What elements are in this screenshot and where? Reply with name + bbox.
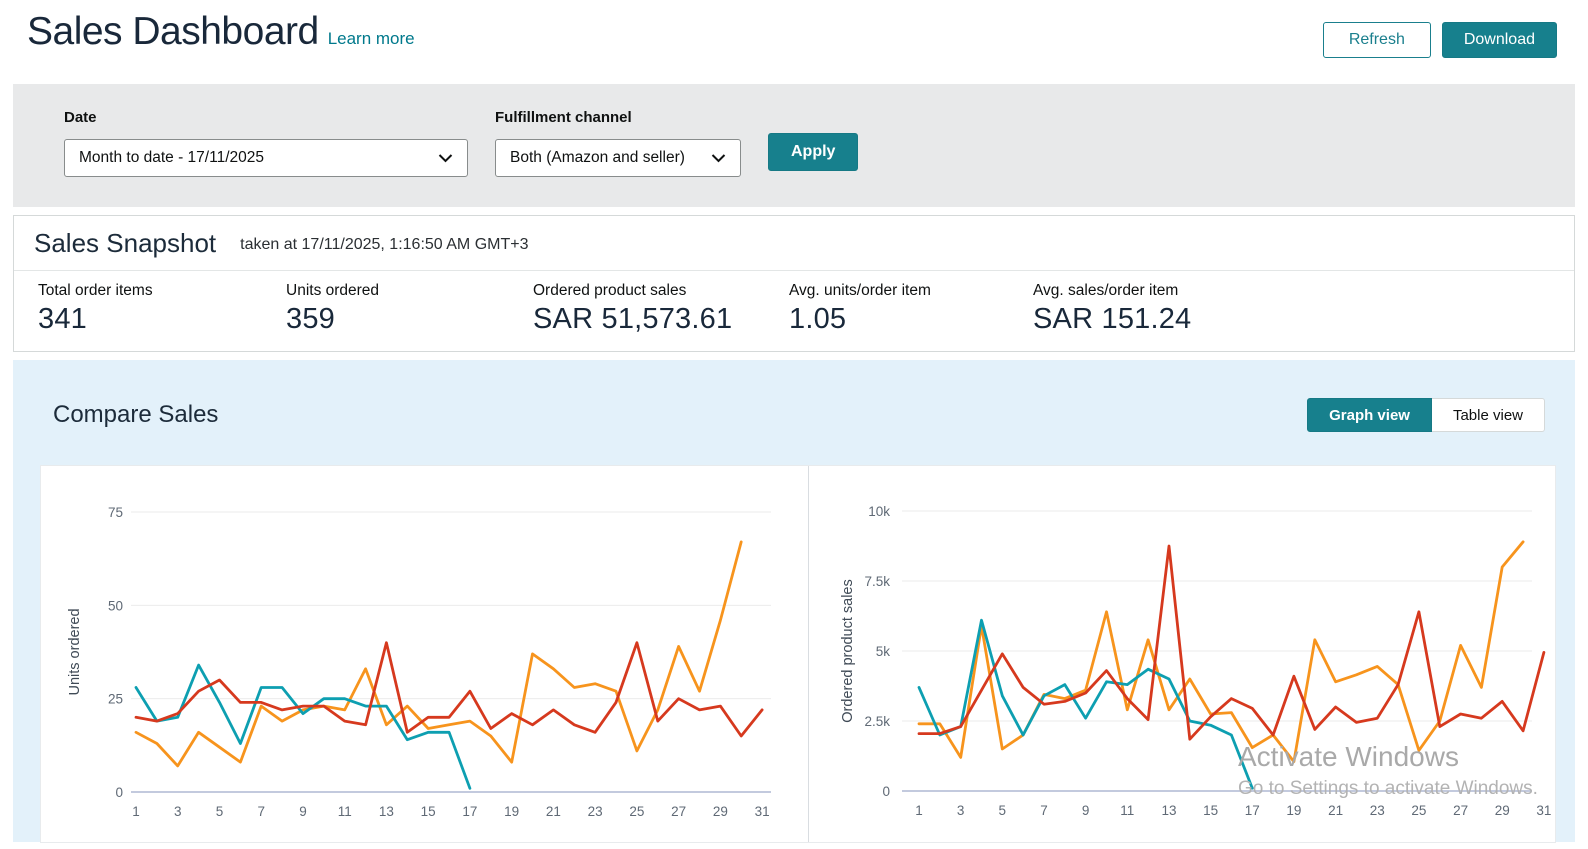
x-tick-label: 29 xyxy=(1495,803,1510,818)
x-tick-label: 27 xyxy=(1453,803,1468,818)
snapshot-header: Sales Snapshot taken at 17/11/2025, 1:16… xyxy=(14,216,1574,271)
stat-value: 359 xyxy=(286,303,335,335)
x-tick-label: 17 xyxy=(1245,803,1260,818)
y-tick-label: 2.5k xyxy=(864,714,890,729)
date-select-value: Month to date - 17/11/2025 xyxy=(79,149,264,166)
compare-sales-section: Compare Sales Graph view Table view 0 25 5… xyxy=(13,360,1575,843)
stat-avg-units-per-order-item: Avg. units/order item 1.05 xyxy=(789,282,1033,336)
units-ordered-chart: 02550751 3 5 7 9 11 13 15 17 19 21 23 25 27 29 31Units … xyxy=(67,505,771,819)
stat-label: Avg. units/order item xyxy=(789,282,931,299)
x-tick-label: 21 xyxy=(1328,803,1343,818)
y-tick-label: 25 xyxy=(108,692,123,707)
stat-label: Units ordered xyxy=(286,282,380,299)
x-tick-label: 3 xyxy=(957,803,965,818)
stat-avg-sales-per-order-item: Avg. sales/order item SAR 151.24 xyxy=(1033,282,1201,336)
x-tick-label: 15 xyxy=(1203,803,1218,818)
table-view-button[interactable]: Table view xyxy=(1431,398,1545,432)
y-tick-label: 0 xyxy=(115,785,123,800)
compare-header: Compare Sales Graph view Table view xyxy=(40,398,1556,432)
date-field: Date Month to date - 17/11/2025 xyxy=(64,109,468,207)
stat-value: SAR 151.24 xyxy=(1033,303,1192,335)
y-tick-label: 10k xyxy=(868,504,890,519)
sales-snapshot-card: Sales Snapshot taken at 17/11/2025, 1:16… xyxy=(13,215,1575,352)
x-tick-label: 17 xyxy=(462,804,477,819)
channel-field: Fulfillment channel Both (Amazon and sel… xyxy=(495,109,741,207)
x-tick-label: 7 xyxy=(257,804,265,819)
y-axis-title: Ordered product sales xyxy=(840,579,856,722)
series-line-teal xyxy=(134,663,472,790)
x-tick-label: 31 xyxy=(1536,803,1551,818)
filter-panel: Date Month to date - 17/11/2025 Fulfillm… xyxy=(13,84,1575,207)
page-header: Sales Dashboard Learn more Refresh Downl… xyxy=(0,0,1588,84)
x-tick-label: 25 xyxy=(629,804,644,819)
stat-label: Total order items xyxy=(38,282,153,299)
y-tick-label: 5k xyxy=(876,644,891,659)
y-axis-title: Units ordered xyxy=(67,608,83,695)
x-tick-label: 13 xyxy=(379,804,394,819)
stat-value: SAR 51,573.61 xyxy=(533,303,733,335)
stat-label: Avg. sales/order item xyxy=(1033,282,1179,299)
header-buttons: Refresh Download xyxy=(1322,22,1557,58)
ordered-product-sales-chart: 02.5k5k7.5k10k1 3 5 7 9 11 13 15 17 19 21 23 25 27 29 3… xyxy=(840,504,1551,818)
x-tick-label: 5 xyxy=(216,804,224,819)
x-tick-label: 9 xyxy=(1082,803,1090,818)
units-ordered-chart-panel: 0 25 50 75 1 3 5 7 9 11 13 15 17 19 21 23 25 27 29 31 Units … xyxy=(41,466,808,842)
charts-card: 0 25 50 75 1 3 5 7 9 11 13 15 17 19 21 23 25 27 29 31 Units … xyxy=(40,465,1556,843)
learn-more-link[interactable]: Learn more xyxy=(328,29,415,49)
x-tick-label: 7 xyxy=(1040,803,1048,818)
x-tick-label: 21 xyxy=(546,804,561,819)
series-line-red xyxy=(917,544,1546,741)
download-button[interactable]: Download xyxy=(1441,22,1557,58)
x-tick-label: 15 xyxy=(421,804,436,819)
y-tick-label: 0 xyxy=(882,784,890,799)
x-tick-label: 11 xyxy=(338,804,352,819)
date-label: Date xyxy=(64,109,97,126)
x-tick-label: 11 xyxy=(1120,803,1134,818)
x-tick-label: 9 xyxy=(299,804,307,819)
x-tick-label: 27 xyxy=(671,804,686,819)
channel-select[interactable]: Both (Amazon and seller) xyxy=(495,139,741,177)
graph-view-button[interactable]: Graph view xyxy=(1307,398,1432,432)
stat-label: Ordered product sales xyxy=(533,282,687,299)
x-tick-label: 1 xyxy=(132,804,140,819)
x-tick-label: 31 xyxy=(755,804,770,819)
channel-label: Fulfillment channel xyxy=(495,109,632,126)
snapshot-timestamp: taken at 17/11/2025, 1:16:50 AM GMT+3 xyxy=(240,236,529,253)
page-title: Sales Dashboard xyxy=(27,10,319,53)
ordered-product-sales-chart-panel: 0 2.5k 5k 7.5k 10k 1 3 5 7 9 11 13 15 17 19 21 23 25 27 29 3… xyxy=(808,466,1557,842)
stat-units-ordered: Units ordered 359 xyxy=(286,282,533,336)
refresh-button[interactable]: Refresh xyxy=(1322,22,1431,58)
y-tick-label: 50 xyxy=(108,598,123,613)
y-tick-label: 7.5k xyxy=(864,574,890,589)
stat-value: 341 xyxy=(38,303,87,335)
x-tick-label: 23 xyxy=(1370,803,1385,818)
y-tick-label: 75 xyxy=(108,505,123,520)
compare-sales-title: Compare Sales xyxy=(53,401,219,428)
x-tick-label: 25 xyxy=(1411,803,1426,818)
snapshot-title: Sales Snapshot xyxy=(34,227,217,258)
x-tick-label: 29 xyxy=(713,804,728,819)
x-tick-label: 1 xyxy=(915,803,923,818)
stat-value: 1.05 xyxy=(789,303,847,335)
view-toggle: Graph view Table view xyxy=(1307,398,1545,432)
apply-button[interactable]: Apply xyxy=(768,133,859,171)
stat-ordered-product-sales: Ordered product sales SAR 51,573.61 xyxy=(533,282,789,336)
date-select[interactable]: Month to date - 17/11/2025 xyxy=(64,139,468,177)
stat-total-order-items: Total order items 341 xyxy=(38,282,286,336)
chevron-down-icon xyxy=(438,153,453,163)
channel-select-value: Both (Amazon and seller) xyxy=(510,149,685,166)
x-tick-label: 19 xyxy=(1286,803,1301,818)
chevron-down-icon xyxy=(711,153,726,163)
x-tick-label: 23 xyxy=(588,804,603,819)
apply-wrap: Apply xyxy=(768,109,859,207)
x-tick-label: 13 xyxy=(1161,803,1176,818)
title-wrap: Sales Dashboard Learn more xyxy=(27,10,415,54)
x-tick-label: 19 xyxy=(504,804,519,819)
x-tick-label: 5 xyxy=(999,803,1007,818)
x-tick-label: 3 xyxy=(174,804,182,819)
snapshot-stats: Total order items 341 Units ordered 359 … xyxy=(14,271,1574,351)
